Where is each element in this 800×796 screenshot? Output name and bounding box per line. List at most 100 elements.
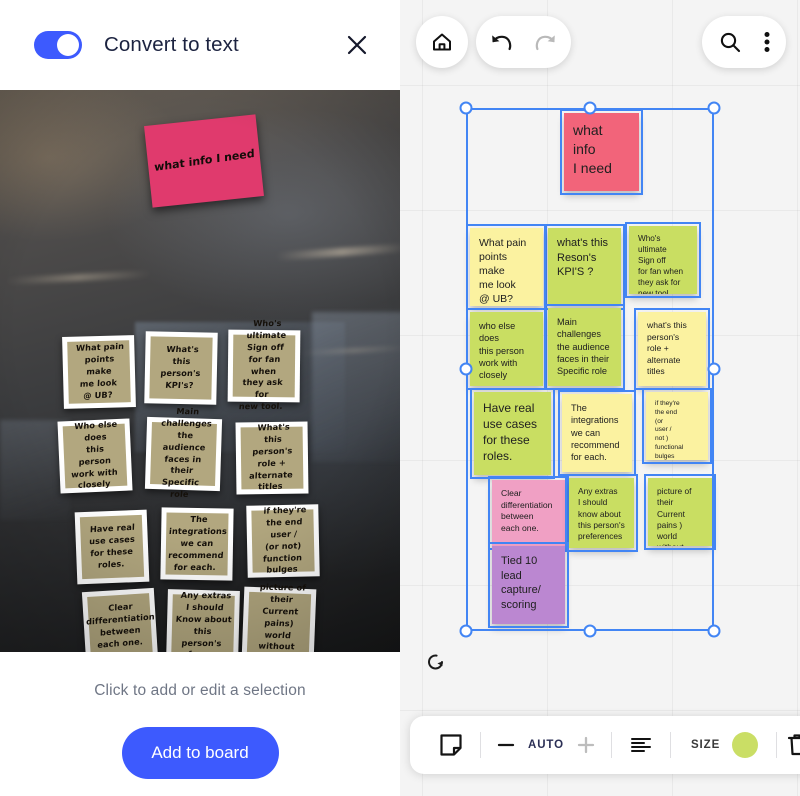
font-size-group: AUTO (481, 736, 611, 754)
search-button[interactable] (718, 30, 742, 54)
undo-icon (492, 35, 512, 51)
sticky-note-text: Any extras I should know about this pers… (578, 486, 625, 541)
sticky-note[interactable]: The integrations we can recommend for ea… (558, 390, 636, 476)
photo-note-text: What pain points make me look @ UB? (75, 341, 125, 401)
photo-sticky-note: Any extras I should Know about this pers… (166, 589, 240, 652)
sticky-note[interactable]: who else does this person work with clos… (466, 308, 547, 390)
close-button[interactable] (340, 28, 374, 62)
photo-sticky-note: What pain points make me look @ UB? (62, 335, 136, 409)
sticky-note[interactable]: what's this Reson's KPI'S ? (544, 224, 625, 310)
photo-note-surface: Main challenges the audience faces in th… (150, 406, 217, 500)
sticky-note[interactable]: Have real use cases for these roles. (470, 388, 555, 479)
selection-handle[interactable] (707, 362, 721, 376)
sticky-note-text: picture of their Current pains ) world w… (657, 486, 692, 546)
home-icon (433, 33, 451, 51)
canvas-actions-toolbar (702, 16, 786, 68)
redo-icon (535, 35, 555, 51)
size-label: SIZE (690, 739, 721, 751)
selection-handle[interactable] (459, 362, 473, 376)
selection-handle[interactable] (459, 624, 473, 638)
sticky-note-style-button[interactable] (428, 732, 480, 758)
photo-sticky-note: picture of their Current pains) world wi… (241, 582, 317, 652)
sticky-note-text: The integrations we can recommend for ea… (571, 403, 620, 463)
panel-footer: Click to add or edit a selection Add to … (0, 652, 400, 796)
captured-photo[interactable]: what info I need What pain points make m… (0, 90, 400, 652)
photo-pink-note: what info I need (144, 114, 264, 208)
photo-sticky-note: The integrations we can recommend for ea… (160, 507, 234, 581)
panel-header: Convert to text (0, 0, 400, 90)
home-button[interactable] (416, 16, 468, 68)
redo-button[interactable] (532, 31, 558, 53)
auto-size-label[interactable]: AUTO (528, 739, 564, 751)
toggle-knob (57, 34, 79, 56)
decrease-size-button[interactable] (497, 738, 515, 752)
sticky-note[interactable]: what info I need (560, 109, 643, 195)
sticky-note[interactable]: Tied 10 lead capture/ scoring (488, 542, 569, 628)
sticky-note[interactable]: Who's ultimate Sign off for fan when the… (625, 222, 701, 298)
photo-note-text: picture of their Current pains) world wi… (257, 582, 307, 652)
photo-sticky-note: What's this person's KPI's? (144, 331, 218, 405)
sticky-note[interactable]: What pain points make me look @ UB? (466, 224, 547, 310)
undo-redo-toolbar (476, 16, 571, 68)
photo-note-surface: picture of their Current pains) world wi… (246, 582, 312, 652)
photo-note-text: What's this person's role + alternate ti… (248, 421, 294, 493)
sticky-note-text: Tied 10 lead capture/ scoring (501, 555, 541, 612)
note-color-swatch[interactable] (732, 732, 759, 758)
sticky-note[interactable]: what's this person's role + alternate ti… (634, 308, 710, 390)
photo-sticky-note: Clear differentiation between each one. (81, 587, 159, 652)
add-to-board-button[interactable]: Add to board (121, 727, 279, 779)
photo-note-surface: What's this person's KPI's? (149, 336, 213, 400)
selection-handle[interactable] (707, 101, 721, 115)
size-label-wrap: SIZE (671, 739, 732, 751)
sticky-note-text: what's this Reson's KPI'S ? (557, 237, 609, 279)
photo-note-surface: Who else does this person work with clos… (62, 419, 128, 491)
selection-handle[interactable] (583, 101, 597, 115)
photo-note-text: Any extras I should Know about this pers… (172, 590, 233, 652)
board-canvas[interactable]: what info I need What pain points make me… (400, 0, 800, 796)
photo-sticky-note: What's this person's role + alternate ti… (235, 421, 309, 495)
photo-note-text: Have real use cases for these roles. (89, 521, 136, 570)
rotate-icon (428, 654, 443, 670)
plus-icon (577, 736, 595, 754)
close-icon (347, 35, 367, 55)
photo-sticky-note: Main challenges the audience faces in th… (144, 406, 223, 500)
photo-note-surface: The integrations we can recommend for ea… (165, 512, 229, 576)
sticky-note[interactable]: Main challenges the audience faces in th… (544, 304, 625, 390)
sticky-note-text: if they're the end (or user / not ) func… (655, 400, 684, 460)
sticky-note-icon (440, 734, 462, 756)
canvas-content: what info I need What pain points make me… (400, 0, 800, 796)
delete-button[interactable] (777, 733, 800, 757)
undo-button[interactable] (489, 31, 515, 53)
sticky-note-text: Main challenges the audience faces in th… (557, 317, 610, 377)
rotate-handle[interactable] (426, 652, 446, 672)
sticky-note-text: what's this person's role + alternate ti… (647, 320, 687, 377)
sticky-note[interactable]: Any extras I should know about this pers… (565, 474, 638, 552)
sticky-note-text: Have real use cases for these roles. (483, 401, 538, 464)
sticky-note-text: who else does this person work with clos… (479, 321, 524, 381)
increase-size-button[interactable] (577, 736, 595, 754)
photo-note-surface: Any extras I should Know about this pers… (171, 590, 235, 652)
selection-handle[interactable] (583, 624, 597, 638)
photo-note-text: Clear differentiation between each one. (85, 601, 155, 650)
sticky-note-text: what info I need (573, 122, 612, 176)
photo-note-surface: Have real use cases for these roles. (79, 514, 145, 580)
sticky-note[interactable]: Clear differentiation between each one. (488, 476, 569, 550)
convert-to-text-toggle[interactable] (34, 31, 82, 59)
glass-reflection-2 (312, 312, 400, 462)
sticky-note[interactable]: if they're the end (or user / not ) func… (642, 388, 712, 464)
note-format-toolbar: AUTO SIZE (410, 716, 800, 774)
minus-icon (497, 743, 515, 747)
photo-note-text: The integrations we can recommend for ea… (167, 514, 228, 572)
selection-handle[interactable] (459, 101, 473, 115)
selection-hint: Click to add or edit a selection (94, 682, 306, 699)
photo-sticky-note: Who's ultimate Sign off for fan when the… (227, 318, 301, 412)
text-align-button[interactable] (612, 735, 670, 755)
photo-note-text: Who else does this person work with clos… (71, 418, 118, 491)
convert-to-text-panel: Convert to text what info I need What pa… (0, 0, 400, 796)
selection-handle[interactable] (707, 624, 721, 638)
sticky-note-text: Who's ultimate Sign off for fan when the… (638, 234, 684, 294)
more-options-button[interactable] (764, 30, 770, 54)
sticky-note-text: What pain points make me look @ UB? (479, 237, 527, 306)
photo-note-text: if they're the end user / (or not) funct… (262, 504, 307, 576)
sticky-note[interactable]: picture of their Current pains ) world w… (644, 474, 716, 550)
